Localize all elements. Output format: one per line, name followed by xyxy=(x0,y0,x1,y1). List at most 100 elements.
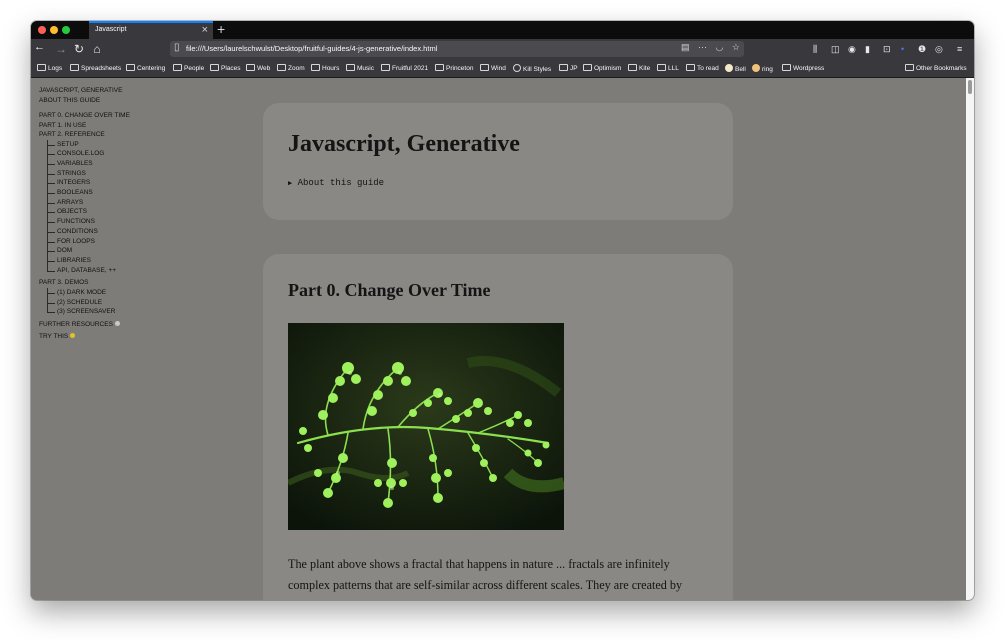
bookmark-lll[interactable]: LLL xyxy=(657,64,679,72)
extension-circle-icon[interactable]: ◎ xyxy=(935,42,943,56)
toc-item-setup[interactable]: SETUP xyxy=(47,140,159,150)
about-guide-disclosure[interactable]: ▶ About this guide xyxy=(288,178,384,188)
folder-icon xyxy=(480,64,489,71)
more-actions-icon[interactable]: ··· xyxy=(698,42,707,52)
browser-window: Javascript × + ← → ↻ ⌂ ▯ file:///Users/l… xyxy=(31,21,974,600)
toc-demos-list: (1) DARK MODE (2) SCHEDULE (3) SCREENSAV… xyxy=(39,287,159,317)
toc-part-3[interactable]: PART 3. DEMOS xyxy=(39,278,159,288)
toc-item-integers[interactable]: INTEGERS xyxy=(47,178,159,188)
home-icon[interactable]: ⌂ xyxy=(89,41,105,57)
toc-item-variables[interactable]: VARIABLES xyxy=(47,159,159,169)
toc-item-screensaver[interactable]: (3) SCREENSAVER xyxy=(47,307,159,317)
bookmark-hours[interactable]: Hours xyxy=(311,64,339,72)
toc-item-conditions[interactable]: CONDITIONS xyxy=(47,227,159,237)
bookmark-bell[interactable]: Bell xyxy=(725,64,746,73)
folder-icon xyxy=(435,64,444,71)
folder-icon xyxy=(381,64,390,71)
bookmark-fruitful-2021[interactable]: Fruitful 2021 xyxy=(381,64,428,72)
reader-view-icon[interactable]: ▤ xyxy=(681,42,690,52)
toc-item-console-log[interactable]: CONSOLE.LOG xyxy=(47,149,159,159)
account-icon[interactable]: ◉ xyxy=(848,42,856,56)
toc-item-functions[interactable]: FUNCTIONS xyxy=(47,217,159,227)
fern-fractal-image xyxy=(288,323,564,530)
toc-item-strings[interactable]: STRINGS xyxy=(47,169,159,179)
folder-icon xyxy=(37,64,46,71)
bookmark-star-icon[interactable]: ☆ xyxy=(732,42,740,52)
toc-item-arrays[interactable]: ARRAYS xyxy=(47,198,159,208)
extension-blue-dot-icon[interactable]: • xyxy=(901,42,904,56)
toc-item-dark-mode[interactable]: (1) DARK MODE xyxy=(47,288,159,298)
folder-icon xyxy=(277,64,286,71)
folder-icon xyxy=(905,64,914,71)
toc-further-resources[interactable]: FURTHER RESOURCES xyxy=(39,320,159,330)
page-title: Javascript, Generative xyxy=(288,131,520,157)
toc-item-booleans[interactable]: BOOLEANS xyxy=(47,188,159,198)
disclosure-triangle-icon: ▶ xyxy=(288,180,293,188)
bookmark-web[interactable]: Web xyxy=(246,64,270,72)
bookmark-wordpress[interactable]: Wordpress xyxy=(782,64,824,72)
toc-item-schedule[interactable]: (2) SCHEDULE xyxy=(47,298,159,308)
address-bar[interactable]: ▯ file:///Users/laurelschwulst/Desktop/f… xyxy=(170,41,744,57)
tab-strip: Javascript × + xyxy=(31,21,974,39)
folder-icon xyxy=(346,64,355,71)
toc-part-2[interactable]: PART 2. REFERENCE xyxy=(39,130,159,140)
menu-icon[interactable]: ≡ xyxy=(957,42,962,56)
scrollbar-thumb[interactable] xyxy=(968,80,972,94)
vertical-scrollbar[interactable] xyxy=(966,78,974,600)
intro-paragraph: The plant above shows a fractal that hap… xyxy=(288,557,683,600)
bookmark-to-read[interactable]: To read xyxy=(686,64,719,72)
extension-info-icon[interactable]: ❶ xyxy=(918,42,926,56)
bookmark-princeton[interactable]: Princeton xyxy=(435,64,473,72)
toc-part-1[interactable]: PART 1. IN USE xyxy=(39,121,159,131)
toc-item-libraries[interactable]: LIBRARIES xyxy=(47,256,159,266)
toc-try-this[interactable]: TRY THIS xyxy=(39,332,159,342)
arrow-left-icon: ← xyxy=(34,41,45,53)
folder-icon xyxy=(559,64,568,71)
minimize-window-icon[interactable] xyxy=(50,26,58,34)
library-icon[interactable]: ⫼ xyxy=(813,42,817,56)
tab-javascript[interactable]: Javascript × xyxy=(89,21,213,39)
new-tab-icon[interactable]: + xyxy=(217,21,225,38)
zoom-window-icon[interactable] xyxy=(62,26,70,34)
bookmark-jp[interactable]: JP xyxy=(559,64,578,72)
folder-icon xyxy=(173,64,182,71)
bookmark-kill-styles[interactable]: Kill Styles xyxy=(513,64,551,73)
toc-item-objects[interactable]: OBJECTS xyxy=(47,207,159,217)
bookmark-logs[interactable]: Logs xyxy=(37,64,62,72)
pocket-icon[interactable]: ◡ xyxy=(716,42,724,52)
intro-card: Javascript, Generative ▶ About this guid… xyxy=(263,103,733,220)
folder-icon xyxy=(311,64,320,71)
reload-icon[interactable]: ↻ xyxy=(71,41,87,57)
toc-about[interactable]: ABOUT THIS GUIDE xyxy=(39,96,159,106)
navigation-toolbar: ← → ↻ ⌂ ▯ file:///Users/laurelschwulst/D… xyxy=(31,39,974,60)
toc-title[interactable]: JAVASCRIPT, GENERATIVE xyxy=(39,86,159,96)
bookmark-places[interactable]: Places xyxy=(210,64,241,72)
bookmark-music[interactable]: Music xyxy=(346,64,374,72)
forward-icon[interactable]: → xyxy=(53,41,69,57)
extension-white-icon[interactable]: ▮ xyxy=(865,42,870,56)
toc-item-dom[interactable]: DOM xyxy=(47,246,159,256)
toc-item-api-database[interactable]: API, DATABASE, ++ xyxy=(47,266,159,276)
toc-part-0[interactable]: PART 0. CHANGE OVER TIME xyxy=(39,111,159,121)
folder-icon xyxy=(70,64,79,71)
bookmark-kite[interactable]: Kite xyxy=(628,64,650,72)
bookmark-zoom[interactable]: Zoom xyxy=(277,64,305,72)
bookmark-people[interactable]: People xyxy=(173,64,204,72)
globe-icon xyxy=(513,64,521,72)
extension-square-icon[interactable]: ⊡ xyxy=(883,42,891,56)
tab-title: Javascript xyxy=(95,26,127,33)
bookmark-other-bookmarks[interactable]: Other Bookmarks xyxy=(905,64,967,72)
bookmark-centering[interactable]: Centering xyxy=(126,64,165,72)
close-tab-icon[interactable]: × xyxy=(202,24,208,36)
bookmark-optimism[interactable]: Optimism xyxy=(583,64,621,72)
section-heading: Part 0. Change Over Time xyxy=(288,280,491,300)
bookmark-ring[interactable]: ring xyxy=(752,64,773,73)
table-of-contents: JAVASCRIPT, GENERATIVE ABOUT THIS GUIDE … xyxy=(39,86,159,342)
bookmark-wind[interactable]: Wind xyxy=(480,64,506,72)
bookmark-spreadsheets[interactable]: Spreadsheets xyxy=(70,64,121,72)
sidebar-toggle-icon[interactable]: ◫ xyxy=(831,42,840,56)
close-window-icon[interactable] xyxy=(38,26,46,34)
toc-item-for-loops[interactable]: FOR LOOPS xyxy=(47,237,159,247)
url-text[interactable]: file:///Users/laurelschwulst/Desktop/fru… xyxy=(186,44,437,53)
folder-icon xyxy=(657,64,666,71)
